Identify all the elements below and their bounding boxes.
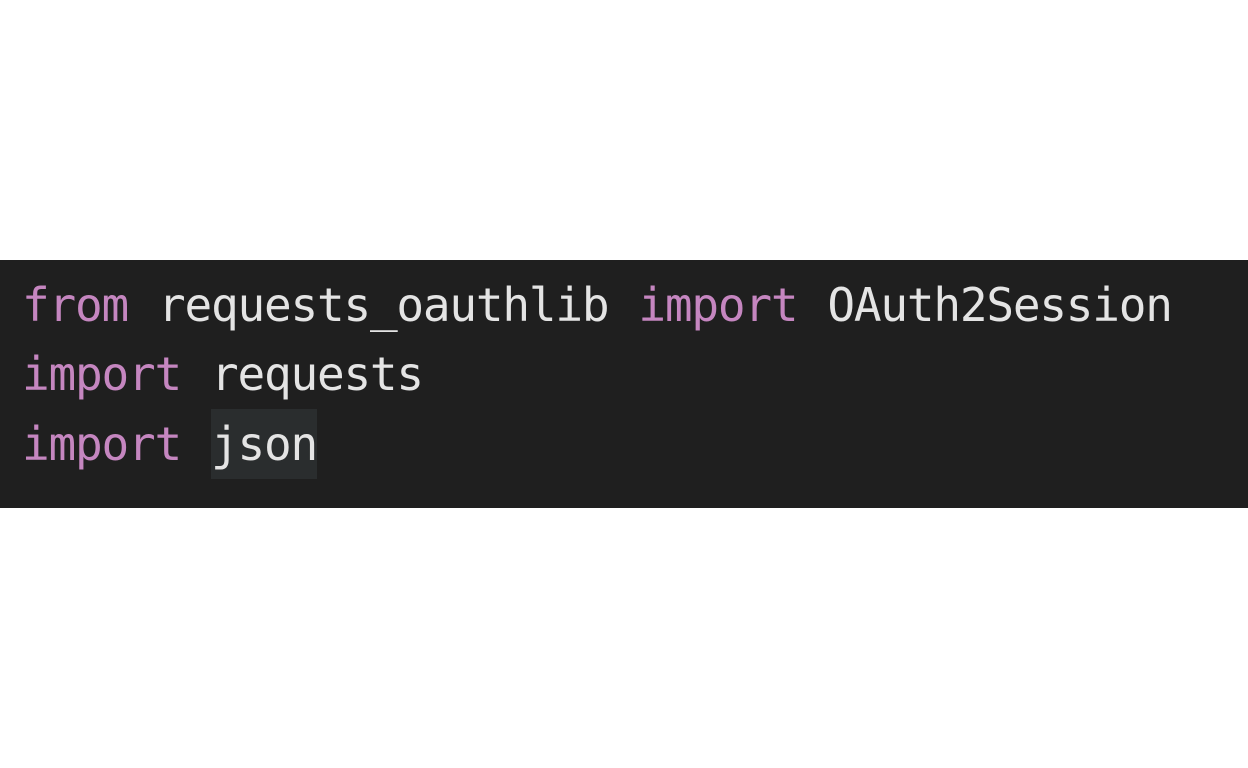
- module-name: requests_oauthlib: [157, 278, 610, 332]
- highlighted-word: json: [210, 409, 318, 479]
- imported-name: OAuth2Session: [827, 278, 1173, 332]
- keyword-from: from: [22, 278, 129, 332]
- keyword-import: import: [638, 278, 798, 332]
- code-line-2[interactable]: import requests: [22, 339, 424, 409]
- code-line-3[interactable]: import json: [22, 409, 318, 479]
- code-editor[interactable]: from requests_oauthlib import OAuth2Sess…: [0, 260, 1248, 508]
- keyword-import: import: [22, 347, 182, 401]
- module-name: requests: [210, 347, 424, 401]
- code-line-1[interactable]: from requests_oauthlib import OAuth2Sess…: [22, 270, 1173, 340]
- keyword-import: import: [22, 417, 182, 471]
